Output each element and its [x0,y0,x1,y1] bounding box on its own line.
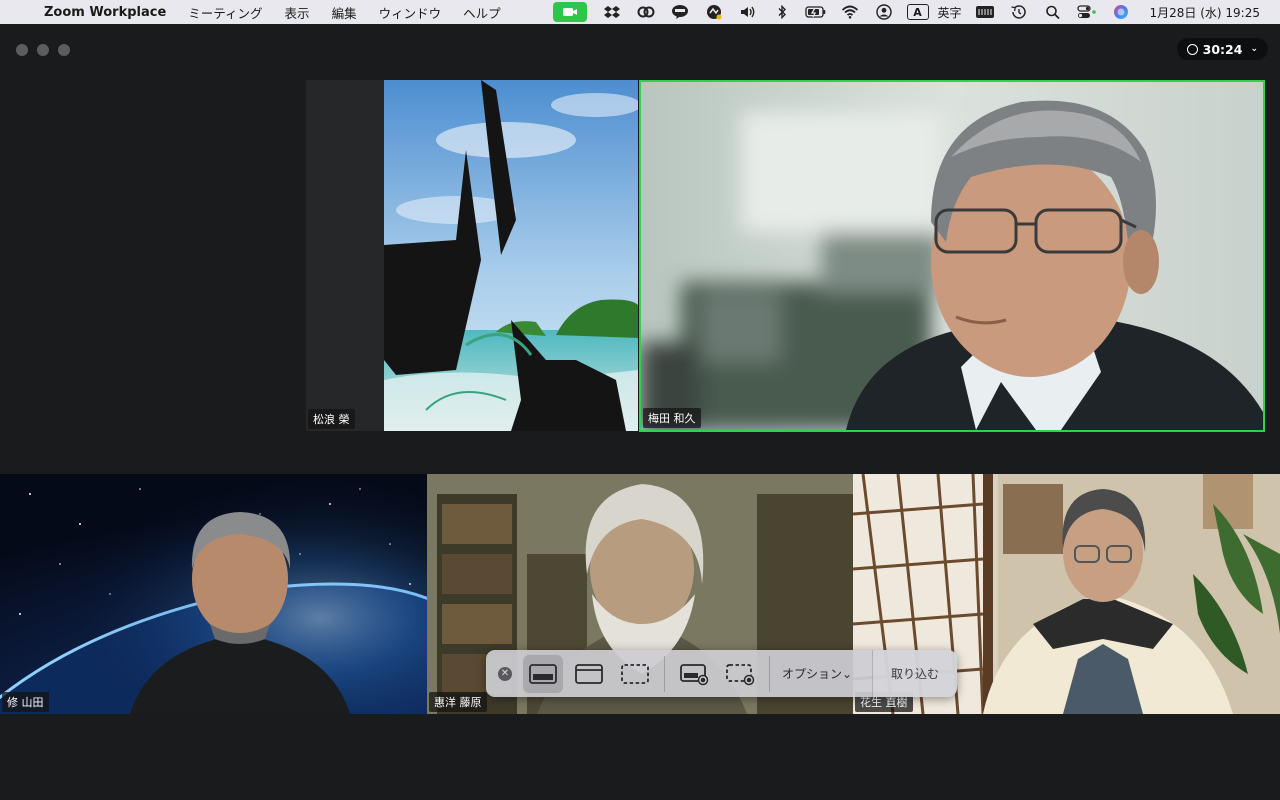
menu-view[interactable]: 表示 [274,3,321,22]
menu-help[interactable]: ヘルプ [452,3,512,22]
camera-in-use-icon[interactable] [552,2,587,22]
menubar-clock[interactable]: 1月28日 (水) 19:25 [1150,2,1260,22]
meeting-timer[interactable]: 30:24 ⌄ [1176,38,1268,60]
siri-icon[interactable] [1110,2,1132,22]
menu-edit[interactable]: 編集 [321,3,368,22]
video-feed-space [0,474,427,714]
wifi-icon[interactable] [839,2,861,22]
dropbox-icon[interactable] [601,2,623,22]
capture-button[interactable]: 取り込む [872,650,957,697]
participant-name-label: 松浪 榮 [308,409,355,429]
participant-name-label: 梅田 和久 [643,408,701,428]
record-screen-icon [680,663,709,685]
creative-cloud-icon[interactable] [635,2,657,22]
screen-icon [529,663,557,684]
battery-icon[interactable] [804,2,827,22]
backup-status-icon[interactable] [703,2,725,22]
participant-name-label: 修 山田 [2,692,49,712]
participant-video-yamada[interactable]: 修 山田 [0,474,427,714]
capture-selected-window-button[interactable] [569,655,609,693]
menu-app-name[interactable]: Zoom Workplace [40,5,177,20]
selection-icon [621,663,649,684]
window-icon [575,663,603,684]
chevron-down-icon: ⌄ [1250,44,1258,54]
record-entire-screen-button[interactable] [674,655,714,693]
line-icon[interactable] [669,2,691,22]
toolbar-divider [664,655,665,692]
options-dropdown[interactable]: オプション⌄ [776,665,860,682]
capture-selected-portion-button[interactable] [615,655,655,693]
control-center-icon[interactable] [1076,2,1098,22]
close-toolbar-icon[interactable]: ✕ [498,666,512,681]
user-account-icon[interactable] [873,2,895,22]
capture-entire-screen-button[interactable] [523,654,563,693]
minimize-window-button[interactable] [37,44,49,56]
screenshot-toolbar: ✕ オプション⌄ 取り込む [486,650,957,697]
toolbar-divider [769,655,770,692]
window-controls [16,44,70,56]
meeting-timer-value: 30:24 [1202,41,1243,57]
video-feed-beach [306,80,638,431]
bluetooth-icon[interactable] [771,2,793,22]
close-window-button[interactable] [16,44,28,56]
clock-icon [1186,43,1198,55]
spotlight-search-icon[interactable] [1042,2,1064,22]
menu-window[interactable]: ウィンドウ [368,3,453,22]
input-mode-label[interactable]: 英字 [938,2,962,22]
keyboard-input-icon[interactable] [974,2,996,22]
time-machine-icon[interactable] [1008,2,1030,22]
zoom-window-button[interactable] [58,44,70,56]
input-mode-badge[interactable]: A [906,4,929,20]
menu-meeting[interactable]: ミーティング [177,3,273,22]
participant-video-umeda-active-speaker[interactable]: 梅田 和久 [639,80,1265,432]
status-area: A 英字 1月28日 (水) 19:25 [547,0,1280,24]
volume-icon[interactable] [737,2,759,22]
participant-video-matsunami[interactable]: 松浪 榮 [306,80,638,431]
record-selection-icon [726,663,755,685]
video-feed-office [641,82,1263,430]
menu-bar: Zoom Workplace ミーティング 表示 編集 ウィンドウ ヘルプ A … [0,0,1280,24]
record-selected-portion-button[interactable] [720,655,760,693]
participant-name-label: 惠洋 藤原 [429,692,487,712]
